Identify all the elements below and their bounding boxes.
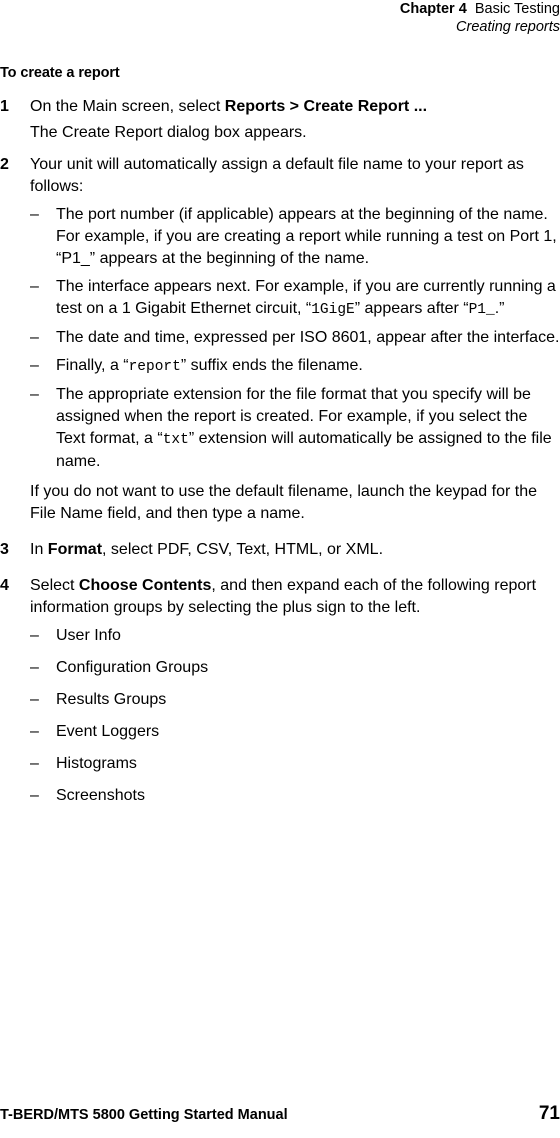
list-item-text: Finally, a “ [56, 357, 129, 374]
document-page: Chapter 4 Basic Testing Creating reports… [0, 0, 560, 1138]
dash-bullet-icon: – [30, 755, 39, 772]
list-item-label: Histograms [56, 755, 137, 772]
list-item-text-2: ” suffix ends the filename. [180, 357, 363, 374]
list-item: – The port number (if applicable) appears… [30, 204, 560, 270]
header-chapter-label: Chapter 4 [399, 1, 467, 17]
running-header: Chapter 4 Basic Testing Creating reports [0, 0, 560, 36]
dash-bullet-icon: – [30, 659, 39, 676]
step-1-text-pre: On the Main screen, select [30, 98, 225, 115]
running-footer: T-BERD/MTS 5800 Getting Started Manual 7… [0, 1104, 560, 1124]
step-3-text-pre: In [30, 541, 48, 558]
header-chapter-title: Basic Testing [474, 1, 560, 17]
footer-page-number: 71 [538, 1103, 560, 1124]
step-2-bullet-list: – The port number (if applicable) appears… [30, 204, 560, 473]
list-item-label: Screenshots [56, 787, 145, 804]
list-item: – The interface appears next. For example… [30, 276, 560, 321]
dash-bullet-icon: – [30, 386, 39, 403]
step-3-format-label: Format [47, 541, 103, 558]
step-4-number: 4 [0, 577, 9, 594]
step-1-followup: The Create Report dialog box appears. [30, 124, 307, 141]
list-item-event-loggers: – Event Loggers [30, 721, 560, 743]
list-item: – The appropriate extension for the file … [30, 384, 560, 473]
list-item-code: 1GigE [311, 302, 355, 318]
header-spacer [467, 1, 475, 17]
step-4-choose-contents-label: Choose Contents [78, 577, 212, 594]
step-3-text-post: , select PDF, CSV, Text, HTML, or XML. [102, 541, 384, 558]
list-item-label: Configuration Groups [56, 659, 209, 676]
list-item: – The date and time, expressed per ISO 86… [30, 327, 560, 349]
step-2: 2 Your unit will automatically assign a … [0, 154, 560, 525]
step-2-number: 2 [0, 156, 9, 173]
dash-bullet-icon: – [30, 723, 39, 740]
list-item-label: User Info [56, 627, 121, 644]
header-chapter-line: Chapter 4 Basic Testing [0, 0, 560, 18]
list-item-label: Results Groups [56, 691, 167, 708]
step-3-number: 3 [0, 541, 9, 558]
header-section-title: Creating reports [456, 19, 560, 35]
step-1-text: On the Main screen, select Reports > Cre… [30, 96, 560, 118]
page-content: To create a report 1 On the Main screen,… [0, 64, 560, 817]
list-item-label: Event Loggers [56, 723, 160, 740]
list-item-histograms: – Histograms [30, 753, 560, 775]
step-3-text: In Format, select PDF, CSV, Text, HTML, … [30, 539, 560, 561]
list-item-code: report [128, 359, 181, 375]
dash-bullet-icon: – [30, 278, 39, 295]
footer-manual-title: T-BERD/MTS 5800 Getting Started Manual [0, 1107, 288, 1123]
dash-bullet-icon: – [30, 329, 39, 346]
step-4-text: Select Choose Contents, and then expand … [30, 575, 560, 619]
report-groups-list: – User Info – Configuration Groups – Result… [30, 625, 560, 807]
list-item-text-2: ” appears after “ [354, 300, 469, 317]
dash-bullet-icon: – [30, 691, 39, 708]
dash-bullet-icon: – [30, 206, 39, 223]
list-item-code: txt [162, 432, 189, 448]
step-4-text-pre: Select [30, 577, 79, 594]
section-heading: To create a report [0, 65, 120, 81]
list-item-code-2: P1_ [468, 302, 495, 318]
list-item-text: The port number (if applicable) appears … [56, 206, 557, 267]
dash-bullet-icon: – [30, 357, 39, 374]
list-item: – Finally, a “report” suffix ends the fil… [30, 355, 560, 378]
step-2-followup: If you do not want to use the default fi… [30, 483, 537, 522]
step-1: 1 On the Main screen, select Reports > C… [0, 96, 560, 144]
step-1-number: 1 [0, 98, 9, 115]
list-item-results-groups: – Results Groups [30, 689, 560, 711]
list-item-text: The date and time, expressed per ISO 860… [56, 329, 560, 346]
step-4: 4 Select Choose Contents, and then expan… [0, 575, 560, 807]
list-item-screenshots: – Screenshots [30, 785, 560, 807]
dash-bullet-icon: – [30, 627, 39, 644]
step-2-text: Your unit will automatically assign a de… [30, 156, 524, 195]
list-item-configuration-groups: – Configuration Groups [30, 657, 560, 679]
list-item-text-3: .” [494, 300, 505, 317]
list-item-user-info: – User Info [30, 625, 560, 647]
step-1-menu-path: Reports > Create Report ... [224, 98, 428, 115]
step-3: 3 In Format, select PDF, CSV, Text, HTML… [0, 539, 560, 561]
dash-bullet-icon: – [30, 787, 39, 804]
